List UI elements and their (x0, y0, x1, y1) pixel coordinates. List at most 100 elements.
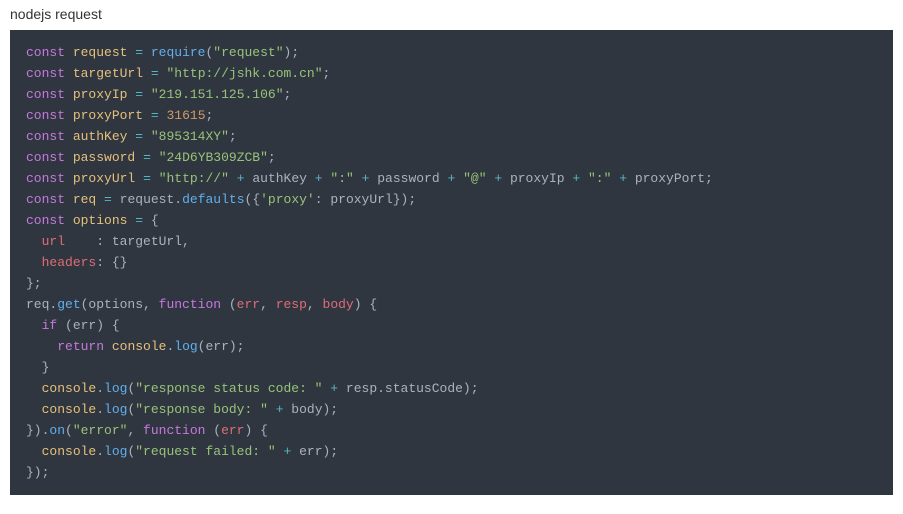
code-token: console (112, 339, 167, 354)
code-token (151, 171, 159, 186)
code-token: return (57, 339, 104, 354)
code-token: const (26, 87, 65, 102)
code-token: const (26, 171, 65, 186)
code-token: : targetUrl, (65, 234, 190, 249)
code-token (135, 150, 143, 165)
code-token: err); (291, 444, 338, 459)
code-token (104, 339, 112, 354)
code-token: . (96, 402, 104, 417)
code-token (268, 402, 276, 417)
code-token: "error" (73, 423, 128, 438)
code-token: proxyPort; (635, 171, 713, 186)
code-token: + (237, 171, 245, 186)
code-token: ; (323, 66, 331, 81)
code-token: ) { (354, 297, 377, 312)
code-token: const (26, 150, 65, 165)
code-token: "request failed: " (135, 444, 275, 459)
code-token: authKey (73, 129, 128, 144)
code-token: , (307, 297, 323, 312)
code-token: proxyIp (510, 171, 565, 186)
code-token: defaults (182, 192, 244, 207)
code-token (143, 45, 151, 60)
code-token: function (159, 297, 221, 312)
code-token: log (104, 402, 127, 417)
code-token (580, 171, 588, 186)
code-token: ; (284, 87, 292, 102)
code-token: "request" (213, 45, 283, 60)
code-token: options (73, 213, 128, 228)
code-token (151, 150, 159, 165)
code-token (307, 171, 315, 186)
code-token: body (323, 297, 354, 312)
code-token (65, 66, 73, 81)
code-token: console (42, 444, 97, 459)
code-token (143, 87, 151, 102)
code-token: body); (284, 402, 339, 417)
code-token: log (174, 339, 197, 354)
code-token (65, 150, 73, 165)
code-token: "response body: " (135, 402, 268, 417)
code-token (276, 444, 284, 459)
code-token: "24D6YB309ZCB" (159, 150, 268, 165)
code-block: const request = require("request"); cons… (10, 30, 893, 495)
code-token: ({ (245, 192, 261, 207)
code-token: + (315, 171, 323, 186)
code-token: require (151, 45, 206, 60)
code-token (65, 213, 73, 228)
code-token (96, 192, 104, 207)
code-token: : {} (96, 255, 127, 270)
code-token: req. (26, 297, 57, 312)
code-token (65, 45, 73, 60)
code-token: + (330, 381, 338, 396)
code-token (65, 87, 73, 102)
code-token: headers (42, 255, 97, 270)
code-token (354, 171, 362, 186)
code-token: = (143, 171, 151, 186)
code-token (627, 171, 635, 186)
code-token: { (143, 213, 159, 228)
code-token: req (73, 192, 96, 207)
code-token (65, 108, 73, 123)
code-token: ( (221, 297, 237, 312)
code-token: (options, (81, 297, 159, 312)
code-token: ":" (330, 171, 353, 186)
code-token: proxyPort (73, 108, 143, 123)
code-token: ; (268, 150, 276, 165)
code-token: } (26, 360, 49, 375)
code-token: resp.statusCode); (338, 381, 478, 396)
code-token: get (57, 297, 80, 312)
code-token: err (237, 297, 260, 312)
code-token (112, 192, 120, 207)
code-token (455, 171, 463, 186)
code-token: url (42, 234, 65, 249)
code-token (26, 402, 42, 417)
code-token: "895314XY" (151, 129, 229, 144)
code-token: password (377, 171, 439, 186)
code-token: = (104, 192, 112, 207)
code-token: ":" (588, 171, 611, 186)
code-token: const (26, 192, 65, 207)
code-token: const (26, 108, 65, 123)
code-token: ); (284, 45, 300, 60)
code-token: }; (26, 276, 42, 291)
code-token (135, 171, 143, 186)
code-token: resp (276, 297, 307, 312)
code-token: log (104, 381, 127, 396)
code-token: ; (229, 129, 237, 144)
code-token (143, 108, 151, 123)
code-token: , (260, 297, 276, 312)
page-title: nodejs request (0, 0, 903, 30)
code-token: (err); (198, 339, 245, 354)
code-token (229, 171, 237, 186)
code-token: authKey (252, 171, 307, 186)
code-token: ( (205, 423, 221, 438)
code-token (26, 444, 42, 459)
code-token: ( (65, 423, 73, 438)
code-token: console (42, 381, 97, 396)
code-token: = (135, 129, 143, 144)
code-token (26, 318, 42, 333)
code-token: }); (26, 465, 49, 480)
code-token: const (26, 129, 65, 144)
code-token: = (135, 213, 143, 228)
code-token: + (276, 402, 284, 417)
